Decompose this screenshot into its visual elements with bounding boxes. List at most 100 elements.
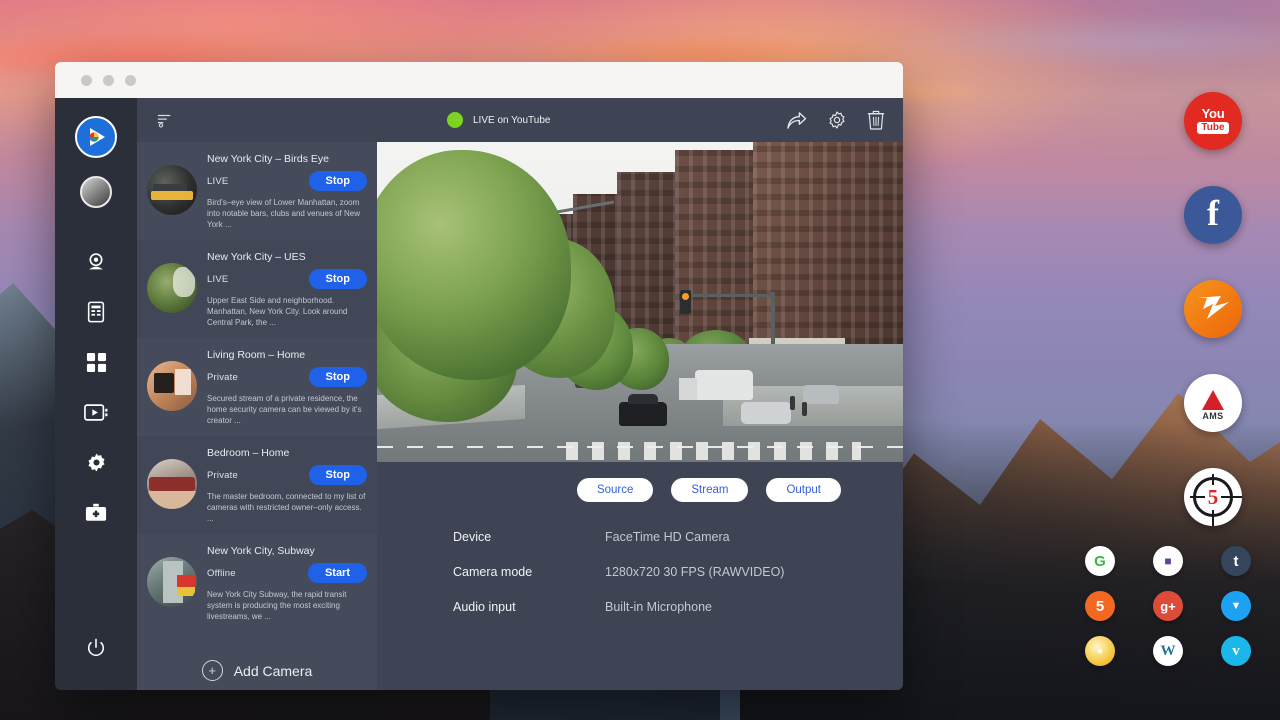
- camera-status-row: Private Stop: [207, 367, 367, 387]
- video-truck: [695, 370, 753, 400]
- camera-status-row: Offline Start: [207, 563, 367, 583]
- settings-tabs: Source Stream Output: [377, 462, 903, 502]
- main-panel: LIVE on YouTube: [377, 98, 903, 690]
- info-row-audio-input: Audio input Built-in Microphone: [453, 600, 903, 614]
- camera-description: New York City Subway, the rapid transit …: [207, 589, 367, 622]
- plus-icon: +: [202, 660, 223, 681]
- twitter-mini-icon[interactable]: ▼: [1221, 591, 1251, 621]
- header-actions: [786, 110, 885, 130]
- camera-list-item[interactable]: Living Room – Home Private Stop Secured …: [137, 338, 377, 436]
- play-logo-icon: [84, 125, 108, 149]
- camera-status: Private: [207, 372, 238, 383]
- info-label: Device: [453, 530, 605, 544]
- wordpress-mini-icon[interactable]: W: [1153, 636, 1183, 666]
- youtube-you-text: You: [1202, 108, 1225, 120]
- tab-output[interactable]: Output: [766, 478, 841, 502]
- video-car: [803, 385, 839, 404]
- tab-source[interactable]: Source: [577, 478, 653, 502]
- main-header: LIVE on YouTube: [377, 98, 903, 142]
- five-number: 5: [1205, 485, 1222, 510]
- sidebar-item-dashboard[interactable]: [76, 342, 116, 382]
- sidebar-item-account[interactable]: [80, 176, 112, 208]
- camera-list-item[interactable]: New York City – UES LIVE Stop Upper East…: [137, 240, 377, 338]
- video-traffic-signal-arm: [683, 294, 775, 297]
- sidebar-rail: [55, 98, 137, 690]
- sidebar-item-broadcast[interactable]: [76, 392, 116, 432]
- ams-label: AMS: [1202, 411, 1223, 421]
- camera-list-item[interactable]: New York City – Birds Eye LIVE Stop Bird…: [137, 142, 377, 240]
- camera-list: New York City – Birds Eye LIVE Stop Bird…: [137, 142, 377, 690]
- video-car: [741, 402, 791, 424]
- camera-toggle-button[interactable]: Stop: [309, 367, 367, 387]
- camera-thumbnail: [147, 263, 197, 313]
- camera-description: Bird's–eye view of Lower Manhattan, zoom…: [207, 197, 367, 230]
- lightning-w-icon: [1193, 292, 1233, 326]
- live-status: LIVE on YouTube: [447, 112, 550, 128]
- window-close-button[interactable]: [81, 75, 92, 86]
- info-label: Camera mode: [453, 565, 605, 579]
- sidebar-item-settings[interactable]: [76, 442, 116, 482]
- gumroad-mini-icon[interactable]: G: [1085, 546, 1115, 576]
- camera-list-panel: New York City – Birds Eye LIVE Stop Bird…: [137, 98, 377, 690]
- facebook-icon[interactable]: f: [1184, 186, 1242, 244]
- tumblr-mini-icon[interactable]: t: [1221, 546, 1251, 576]
- window-zoom-button[interactable]: [125, 75, 136, 86]
- app-body: New York City – Birds Eye LIVE Stop Bird…: [55, 98, 903, 690]
- camera-thumbnail: [147, 361, 197, 411]
- gear-icon[interactable]: [827, 110, 847, 130]
- power-icon: [86, 638, 106, 658]
- camera-status: Offline: [207, 568, 236, 579]
- camera-title: New York City – UES: [207, 248, 367, 264]
- camera-thumbnail: [147, 459, 197, 509]
- google-plus-mini-icon[interactable]: g+: [1153, 591, 1183, 621]
- info-value[interactable]: Built-in Microphone: [605, 600, 712, 614]
- video-crosswalk: [566, 442, 861, 460]
- trash-icon[interactable]: [867, 110, 885, 130]
- camera-status-row: Private Stop: [207, 465, 367, 485]
- share-icon[interactable]: [786, 111, 807, 130]
- info-row-device: Device FaceTime HD Camera: [453, 530, 903, 544]
- video-car: [619, 402, 667, 426]
- adobe-ams-icon[interactable]: AMS: [1184, 374, 1242, 432]
- livestream-mini-icon[interactable]: 5: [1085, 591, 1115, 621]
- add-camera-button[interactable]: + Add Camera: [137, 632, 377, 681]
- camera-description: Upper East Side and neighborhood. Manhat…: [207, 295, 367, 328]
- tablet-icon: [86, 301, 106, 323]
- livestream-five-icon[interactable]: 5: [1184, 468, 1242, 526]
- camera-toggle-button[interactable]: Stop: [309, 465, 367, 485]
- camera-list-item[interactable]: New York City, Subway Offline Start New …: [137, 534, 377, 632]
- info-value[interactable]: 1280x720 30 FPS (RAWVIDEO): [605, 565, 784, 579]
- tab-stream[interactable]: Stream: [671, 478, 748, 502]
- sidebar-item-device[interactable]: [76, 292, 116, 332]
- camera-description: Secured stream of a private residence, t…: [207, 393, 367, 426]
- window-titlebar[interactable]: [55, 62, 903, 98]
- sidebar-item-support[interactable]: [76, 492, 116, 532]
- camera-status: Private: [207, 470, 238, 481]
- sidebar-item-webcam[interactable]: [76, 242, 116, 282]
- camera-status: LIVE: [207, 176, 228, 187]
- window-minimize-button[interactable]: [103, 75, 114, 86]
- sort-filter-icon[interactable]: [157, 112, 173, 128]
- camera-list-item[interactable]: Bedroom – Home Private Stop The master b…: [137, 436, 377, 534]
- info-value[interactable]: FaceTime HD Camera: [605, 530, 730, 544]
- video-preview[interactable]: [377, 142, 903, 462]
- camera-status-row: LIVE Stop: [207, 269, 367, 289]
- vimeo-mini-icon[interactable]: v: [1221, 636, 1251, 666]
- desktop: You Tube f AMS 5 G ■ t 5 g+ ▼ ● W: [0, 0, 1280, 720]
- youtube-tube-text: Tube: [1197, 122, 1228, 134]
- wowza-icon[interactable]: [1184, 280, 1242, 338]
- camera-list-header: [137, 98, 377, 142]
- sidebar-item-power[interactable]: [76, 628, 116, 668]
- app-logo[interactable]: [75, 116, 117, 158]
- sunrise-mini-icon[interactable]: ●: [1085, 636, 1115, 666]
- twitch-mini-icon[interactable]: ■: [1153, 546, 1183, 576]
- camera-toggle-button[interactable]: Stop: [309, 269, 367, 289]
- webcam-icon: [85, 251, 107, 273]
- app-window: New York City – Birds Eye LIVE Stop Bird…: [55, 62, 903, 690]
- youtube-icon[interactable]: You Tube: [1184, 92, 1242, 150]
- camera-toggle-button[interactable]: Stop: [309, 171, 367, 191]
- gear-icon: [86, 452, 107, 473]
- info-row-camera-mode: Camera mode 1280x720 30 FPS (RAWVIDEO): [453, 565, 903, 579]
- camera-status-row: LIVE Stop: [207, 171, 367, 191]
- camera-toggle-button[interactable]: Start: [308, 563, 367, 583]
